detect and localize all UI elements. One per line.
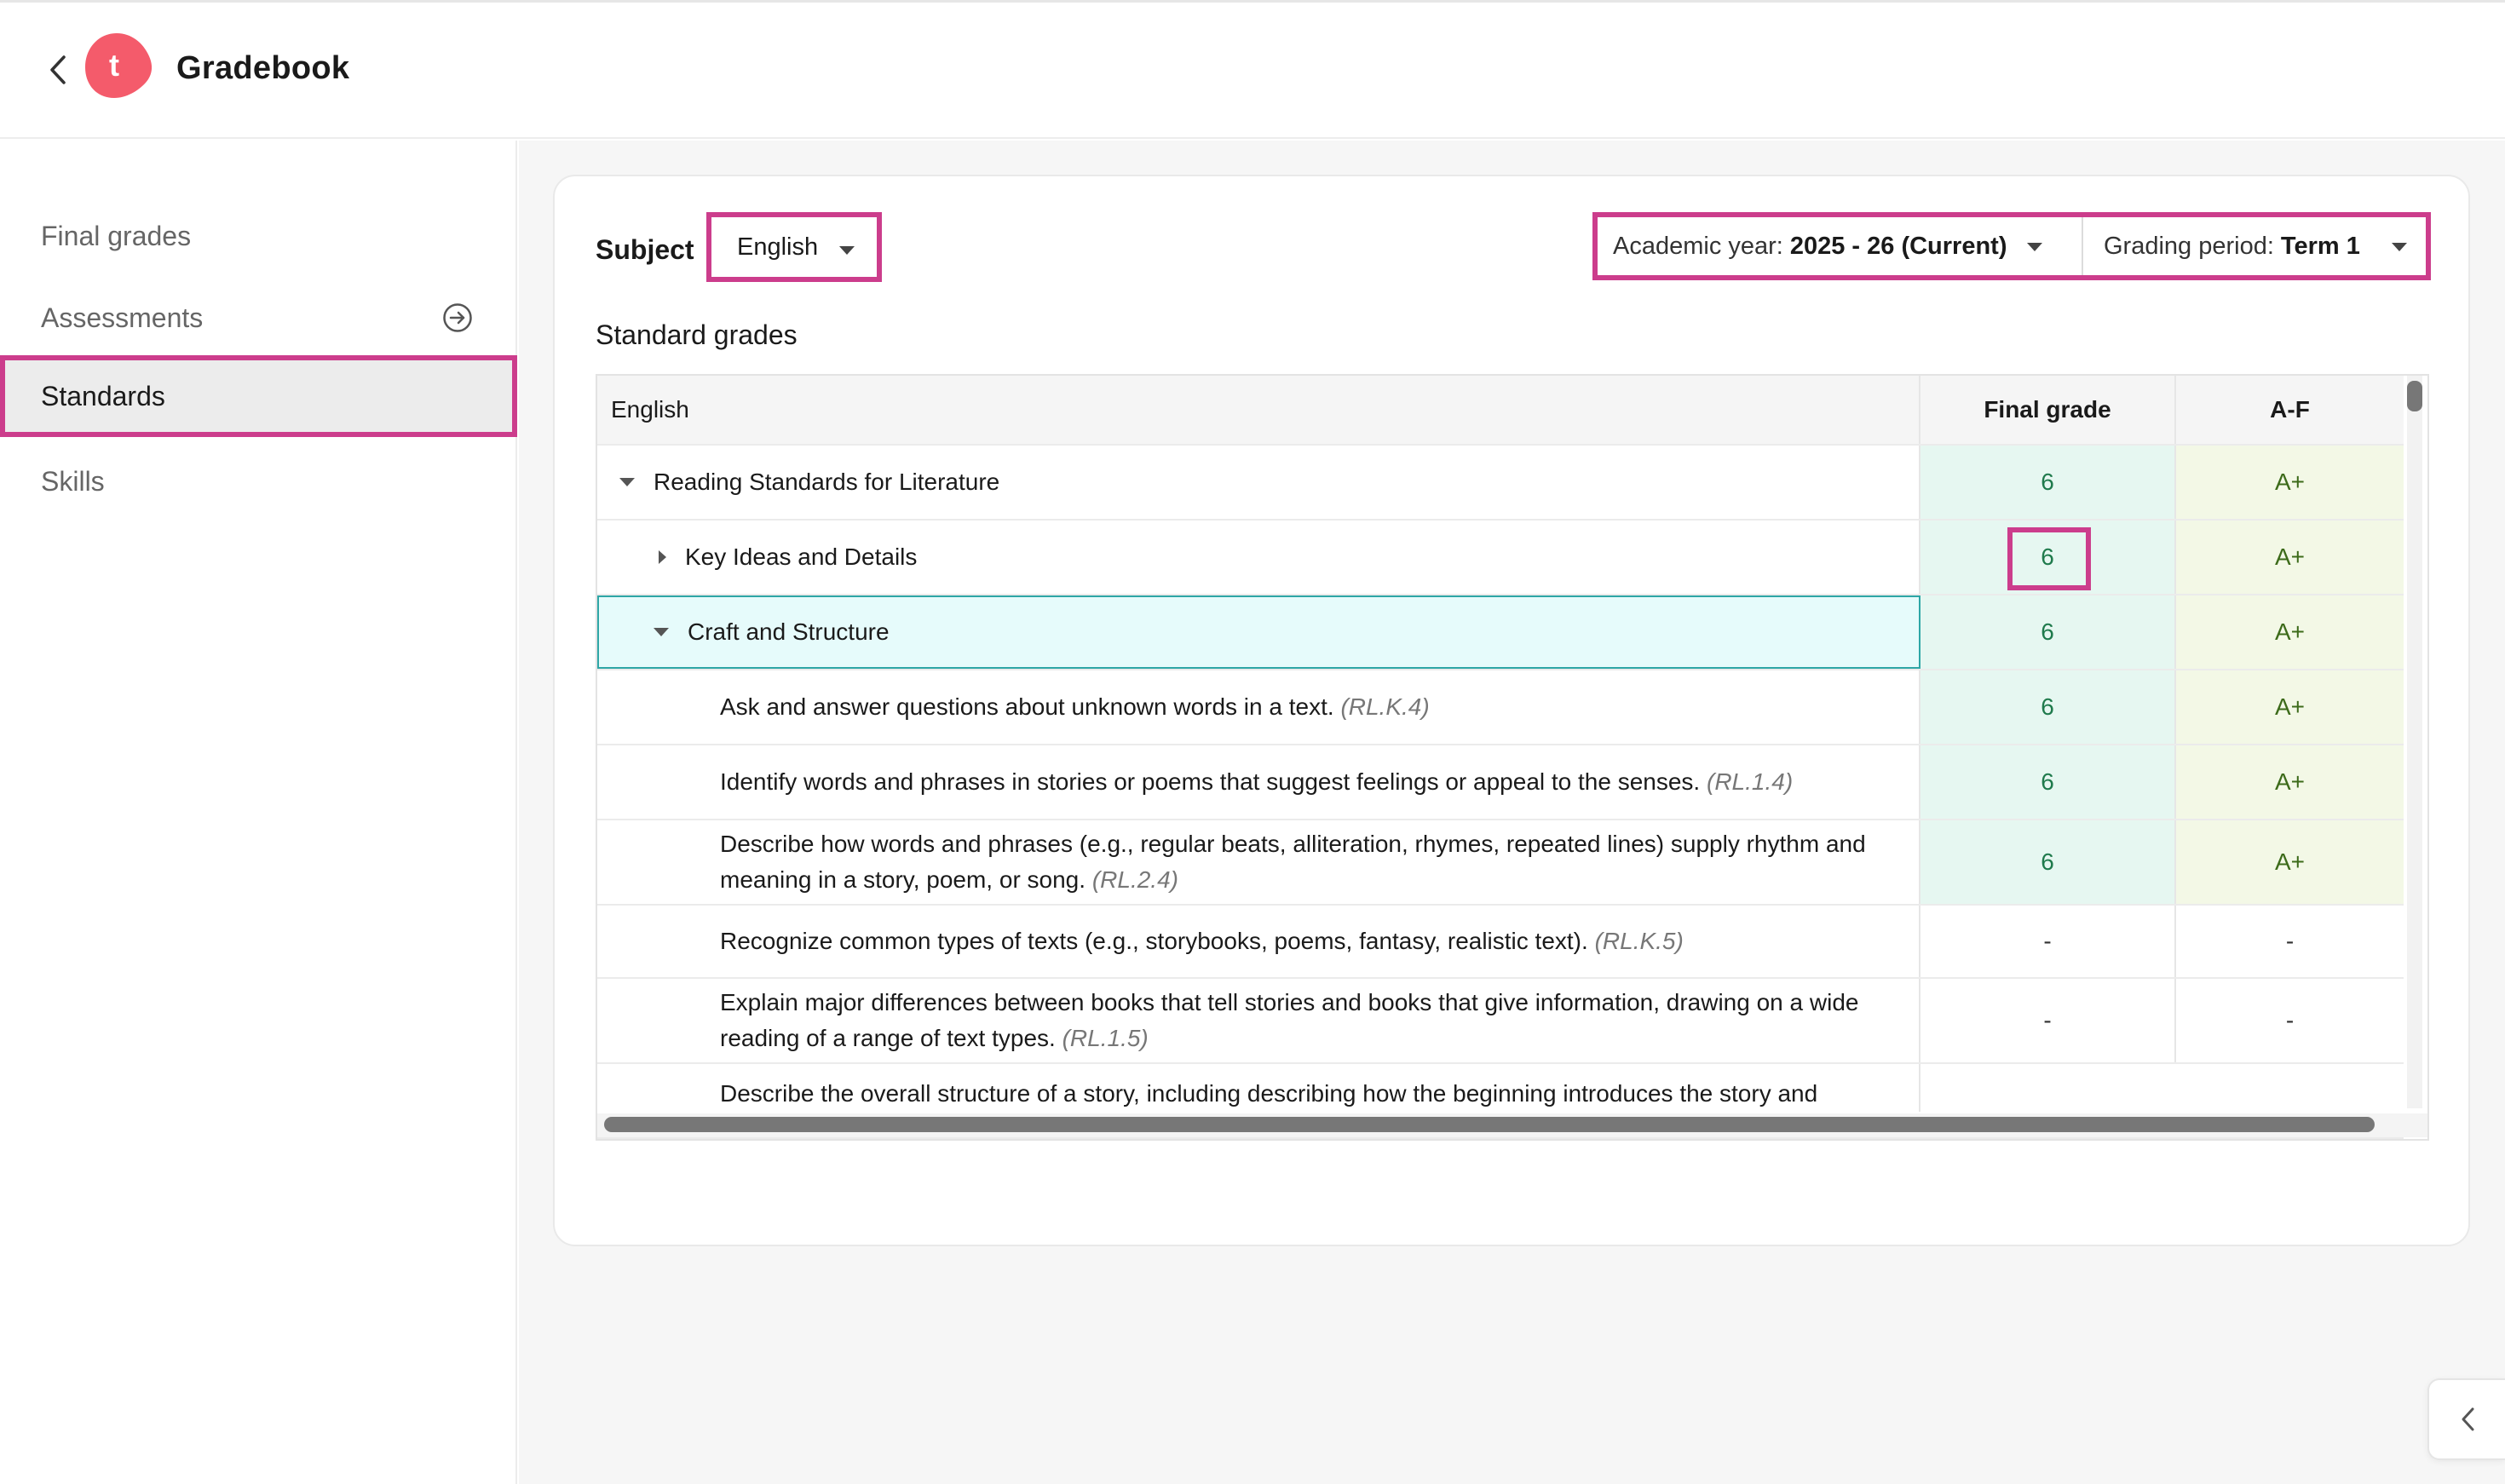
table-header-row: English Final grade A-F [597, 376, 2404, 446]
table-row[interactable]: Key Ideas and Details 6 A+ [597, 521, 2404, 595]
sidebar-item-label: Standards [41, 380, 165, 411]
standard-code: (RL.1.5) [1062, 1025, 1149, 1051]
sidebar-item-label: Assessments [41, 302, 204, 333]
final-grade-cell[interactable]: 6 [1920, 521, 2176, 594]
sidebar: Final grades Assessments Standards Skill… [0, 141, 517, 1484]
row-text: Craft and Structure [688, 618, 890, 645]
chevron-left-icon [50, 55, 66, 84]
collapse-panel-button[interactable] [2427, 1378, 2505, 1460]
sidebar-item-assessments[interactable]: Assessments [0, 279, 517, 357]
caret-down-icon [839, 246, 855, 255]
af-grade-cell: A+ [2176, 521, 2404, 594]
standards-table: English Final grade A-F Reading Standard… [596, 374, 2429, 1141]
header-af[interactable]: A-F [2176, 376, 2404, 444]
standard-text: Ask and answer questions about unknown w… [720, 693, 1334, 720]
final-grade-cell[interactable]: - [1920, 906, 2176, 977]
subject-label: Subject [596, 234, 694, 265]
section-title: Standard grades [596, 319, 798, 350]
app-logo: t [82, 31, 153, 101]
highlight-box [2007, 527, 2091, 590]
af-grade-cell: A+ [2176, 595, 2404, 669]
final-grade-cell[interactable]: 6 [1920, 820, 2176, 904]
caret-down-icon [2392, 243, 2407, 251]
af-grade-cell: - [2285, 928, 2295, 954]
header-subject: English [597, 376, 1920, 444]
af-grade-cell: A+ [2176, 670, 2404, 744]
standard-code: (RL.1.4) [1707, 768, 1794, 795]
final-grade-cell[interactable]: 6 [1920, 595, 2176, 669]
row-text: Key Ideas and Details [685, 544, 918, 570]
table-row[interactable]: Identify words and phrases in stories or… [597, 745, 2404, 820]
standard-text: Explain major differences between books … [720, 989, 1859, 1051]
header-final-grade[interactable]: Final grade [1920, 376, 2176, 444]
grading-period-label: Grading period: [2104, 232, 2274, 260]
arrow-right-circle-icon[interactable] [442, 302, 473, 333]
grading-period-value: Term 1 [2280, 232, 2360, 260]
standard-text: Identify words and phrases in stories or… [720, 768, 1701, 795]
standard-text: Describe the overall structure of a stor… [720, 1080, 1818, 1107]
sidebar-item-final-grades[interactable]: Final grades [0, 197, 517, 275]
sidebar-item-label: Final grades [41, 220, 192, 251]
academic-year-label: Academic year: [1613, 232, 1783, 260]
gradebook-card: Subject English Academic year: 2025 - 26… [553, 175, 2470, 1246]
table-row[interactable]: Reading Standards for Literature 6 A+ [597, 446, 2404, 521]
collapse-icon[interactable] [654, 628, 669, 636]
period-filters: Academic year: 2025 - 26 (Current) Gradi… [1592, 212, 2431, 280]
standard-code: (RL.K.5) [1594, 928, 1684, 954]
subject-dropdown[interactable]: English [706, 212, 882, 282]
row-text: Reading Standards for Literature [654, 469, 1000, 495]
final-grade-cell[interactable]: 6 [1920, 670, 2176, 744]
caret-down-icon [2027, 243, 2042, 251]
table-row[interactable]: Ask and answer questions about unknown w… [597, 670, 2404, 745]
table-row[interactable]: Craft and Structure 6 A+ [597, 595, 2404, 670]
af-grade-cell: A+ [2176, 446, 2404, 519]
back-button[interactable] [41, 49, 75, 91]
af-grade-cell: - [2285, 1007, 2295, 1033]
standard-text: Describe how words and phrases (e.g., re… [720, 831, 1866, 893]
table-row[interactable]: Describe how words and phrases (e.g., re… [597, 820, 2404, 906]
horizontal-scrollbar[interactable] [604, 1117, 2375, 1132]
vertical-scrollbar[interactable] [2407, 381, 2422, 411]
logo-letter: t [109, 48, 119, 83]
sidebar-item-label: Skills [41, 465, 105, 497]
chevron-left-icon [2462, 1407, 2473, 1431]
standard-code: (RL.2.4) [1091, 866, 1178, 893]
af-grade-cell: A+ [2176, 745, 2404, 819]
table-row[interactable]: Explain major differences between books … [597, 979, 2404, 1064]
page-title: Gradebook [176, 50, 350, 86]
subject-value: English [737, 233, 819, 261]
af-grade-cell: A+ [2176, 820, 2404, 904]
main-content: Subject English Academic year: 2025 - 26… [519, 141, 2505, 1484]
app-header: t Gradebook [0, 3, 2505, 139]
final-grade-cell[interactable]: - [1920, 979, 2176, 1062]
standard-code: (RL.K.4) [1340, 693, 1430, 720]
sidebar-item-standards[interactable]: Standards [0, 355, 517, 437]
grading-period-dropdown[interactable]: Grading period: Term 1 [2083, 217, 2426, 275]
expand-icon[interactable] [659, 550, 666, 564]
table-row[interactable]: Recognize common types of texts (e.g., s… [597, 906, 2404, 979]
academic-year-dropdown[interactable]: Academic year: 2025 - 26 (Current) [1598, 217, 2083, 275]
vertical-scrollbar-track[interactable] [2407, 376, 2422, 1108]
academic-year-value: 2025 - 26 (Current) [1789, 232, 2007, 260]
collapse-icon[interactable] [619, 478, 635, 486]
final-grade-cell[interactable]: 6 [1920, 745, 2176, 819]
sidebar-item-skills[interactable]: Skills [0, 442, 517, 521]
final-grade-cell[interactable]: 6 [1920, 446, 2176, 519]
standard-text: Recognize common types of texts (e.g., s… [720, 928, 1588, 954]
